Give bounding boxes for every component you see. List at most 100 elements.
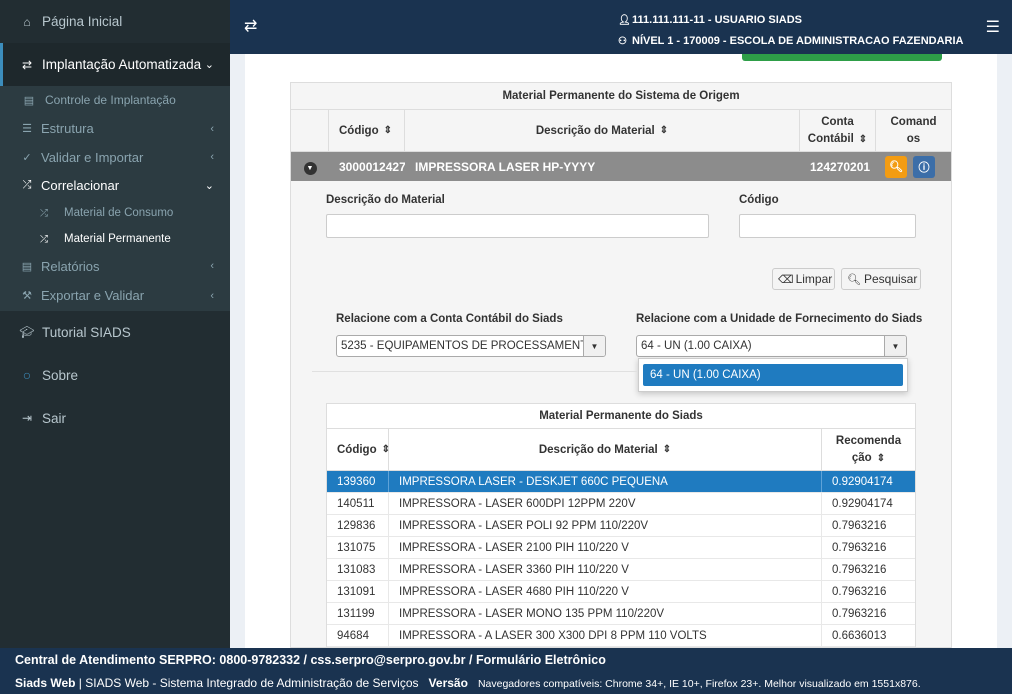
cell-descricao: IMPRESSORA - A LASER 300 X300 DPI 8 PPM …	[389, 625, 822, 646]
unidade-select[interactable]: 64 - UN (1.00 CAIXA) ▼	[636, 335, 907, 357]
cell-codigo: 94684	[327, 625, 389, 646]
cell-descricao: IMPRESSORA - LASER 3360 PIH 110/220 V	[389, 559, 822, 580]
unidade-select-label: Relacione com a Unidade de Fornecimento …	[636, 313, 923, 325]
search-icon[interactable]: 🔍︎	[885, 155, 907, 178]
cell-recomendacao: 0.6636013	[832, 629, 887, 642]
sidebar-item-material-permanente[interactable]: ⤮ Material Permanente	[0, 226, 230, 252]
descricao-input[interactable]	[326, 214, 709, 238]
main-content: Material Permanente do Sistema de Origem…	[230, 54, 1012, 648]
sidebar-item-material-consumo[interactable]: ⤮ Material de Consumo	[0, 200, 230, 226]
sidebar-item-label: Implantação Automatizada	[42, 57, 202, 72]
divider	[312, 371, 637, 372]
info-icon[interactable]: ⓘ	[913, 155, 935, 178]
sidebar-item-label: Relatórios	[41, 258, 100, 274]
list-icon: ▤	[23, 94, 35, 107]
sidebar-item-home[interactable]: ⌂ Página Inicial	[0, 0, 230, 43]
origem-caption: Material Permanente do Sistema de Origem	[502, 90, 740, 102]
user-icon: 👤︎	[618, 15, 631, 26]
siads-box: Material Permanente do Siads Código ⇕ Des…	[326, 403, 916, 648]
limpar-label: Limpar	[795, 272, 833, 286]
col-label: Comand os	[891, 114, 937, 148]
cell-codigo: 131075	[327, 537, 389, 558]
green-action-button[interactable]	[742, 54, 942, 61]
chevron-down-icon: ▼	[583, 336, 605, 356]
sidebar-item-sobre[interactable]: ○ Sobre	[0, 354, 230, 397]
col-label-text: ção	[851, 451, 872, 464]
user-info: 👤︎111.111.111-11 - USUARIO SIADS ⚇ NÍVEL …	[618, 10, 963, 52]
collapse-cell: ▼	[291, 159, 329, 175]
table-row[interactable]: 131075 IMPRESSORA - LASER 2100 PIH 110/2…	[327, 537, 915, 559]
chevron-down-icon[interactable]: ▼	[303, 161, 317, 175]
menu-icon[interactable]: ☰	[986, 17, 1000, 37]
table-row[interactable]: 131199 IMPRESSORA - LASER MONO 135 PPM 1…	[327, 603, 915, 625]
circle-icon: ○	[22, 367, 32, 383]
col-codigo[interactable]: Código ⇕	[327, 429, 390, 470]
sort-icon: ⇕	[876, 452, 886, 464]
col-descricao[interactable]: Descrição do Material ⇕	[389, 429, 822, 470]
cell-recomendacao: 0.7963216	[832, 585, 887, 598]
limpar-button[interactable]: ⌫ Limpar	[772, 268, 835, 290]
search-icon: 🔍︎	[847, 273, 861, 286]
cell-codigo: 131091	[327, 581, 389, 602]
footer-support: Central de Atendimento SERPRO: 0800-9782…	[15, 653, 606, 667]
random-icon: ⤮	[40, 233, 48, 245]
pesquisar-button[interactable]: 🔍︎ Pesquisar	[841, 268, 921, 290]
cell-descricao: IMPRESSORA - LASER 600DPI 12PPM 220V	[389, 493, 822, 514]
sidebar-item-sair[interactable]: ⇥ Sair	[0, 397, 230, 440]
col-label: Código	[337, 443, 377, 456]
exchange-toggle-icon[interactable]: ⇄	[244, 16, 257, 36]
chevron-down-icon: ⌄	[204, 180, 214, 193]
server-icon: ☰	[22, 123, 32, 136]
user-name: 111.111.111-11 - USUARIO SIADS	[632, 14, 802, 26]
sidebar-item-label: Controle de Implantação	[45, 93, 176, 108]
sidebar-item-correlacionar[interactable]: ⤮ Correlacionar ⌄	[0, 172, 230, 201]
sidebar-item-label: Correlacionar	[41, 178, 120, 194]
codigo-input[interactable]	[739, 214, 916, 238]
sidebar-item-validar[interactable]: ✓ Validar e Importar ‹	[0, 143, 230, 172]
chevron-left-icon: ‹	[210, 260, 214, 273]
col-label-line: Conta	[821, 115, 854, 128]
sidebar-item-controle[interactable]: ▤ Controle de Implantação	[0, 86, 230, 115]
conta-select[interactable]: 5235 - EQUIPAMENTOS DE PROCESSAMENTO DE …	[336, 335, 606, 357]
col-conta[interactable]: Conta Contábil ⇕	[800, 110, 876, 151]
exchange-icon: ⇄	[21, 57, 33, 72]
cell-recomendacao: 0.7963216	[832, 541, 887, 554]
user-level: NÍVEL 1 - 170009 - ESCOLA DE ADMINISTRAC…	[632, 35, 964, 47]
cell-codigo: 300001242797	[339, 159, 405, 174]
sidebar-item-exportar[interactable]: ⚒ Exportar e Validar ‹	[0, 281, 230, 311]
conta-select-label: Relacione com a Conta Contábil do Siads	[336, 313, 563, 325]
col-label-line: Contábil ⇕	[808, 131, 867, 148]
siads-table-header: Código ⇕ Descrição do Material ⇕ Recomenda…	[327, 428, 915, 471]
table-row[interactable]: 140511 IMPRESSORA - LASER 600DPI 12PPM 2…	[327, 493, 915, 515]
origem-table-row[interactable]: ▼ 300001242797 IMPRESSORA LASER HP-YYYY …	[291, 152, 951, 181]
col-recomendacao[interactable]: Recomenda ção ⇕	[822, 429, 915, 470]
sidebar-item-label: Sair	[42, 410, 67, 426]
random-icon: ⤮	[22, 179, 32, 192]
cell-codigo: 131083	[327, 559, 389, 580]
table-row[interactable]: 139360 IMPRESSORA LASER - DESKJET 660C P…	[327, 471, 915, 493]
unidade-option[interactable]: 64 - UN (1.00 CAIXA)	[643, 364, 903, 386]
sort-icon: ⇕	[659, 125, 669, 136]
table-row[interactable]: 94684 IMPRESSORA - A LASER 300 X300 DPI …	[327, 625, 915, 647]
expand-column-header	[291, 110, 329, 151]
chevron-left-icon: ‹	[210, 151, 214, 164]
sort-icon: ⇕	[858, 133, 868, 145]
sidebar-item-estrutura[interactable]: ☰ Estrutura ‹	[0, 115, 230, 144]
graduation-cap-icon: 🎓︎	[19, 325, 35, 339]
col-descricao[interactable]: Descrição do Material ⇕	[405, 110, 800, 151]
col-codigo[interactable]: Código ⇕	[329, 110, 405, 151]
table-row[interactable]: 131083 IMPRESSORA - LASER 3360 PIH 110/2…	[327, 559, 915, 581]
sidebar-item-label: Validar e Importar	[41, 149, 144, 165]
footer-browsers: Navegadores compatíveis: Chrome 34+, IE …	[477, 678, 921, 690]
cell-conta: 124270201	[810, 159, 871, 174]
sidebar-item-tutorial[interactable]: 🎓︎ Tutorial SIADS	[0, 311, 230, 354]
table-row[interactable]: 131091 IMPRESSORA - LASER 4680 PIH 110/2…	[327, 581, 915, 603]
table-row[interactable]: 129836 IMPRESSORA - LASER POLI 92 PPM 11…	[327, 515, 915, 537]
cell-descricao: IMPRESSORA - LASER 2100 PIH 110/220 V	[389, 537, 822, 558]
col-label: Descrição do Material	[538, 443, 658, 456]
list-icon: ▤	[21, 260, 33, 273]
top-header: ⇄ 👤︎111.111.111-11 - USUARIO SIADS ⚇ NÍVE…	[230, 0, 1012, 54]
sidebar-item-implantacao[interactable]: ⇄ Implantação Automatizada ⌄	[0, 43, 230, 86]
cell-descricao: IMPRESSORA - LASER MONO 135 PPM 110/220V	[389, 603, 822, 624]
sidebar-item-relatorios[interactable]: ▤ Relatórios ‹	[0, 252, 230, 281]
